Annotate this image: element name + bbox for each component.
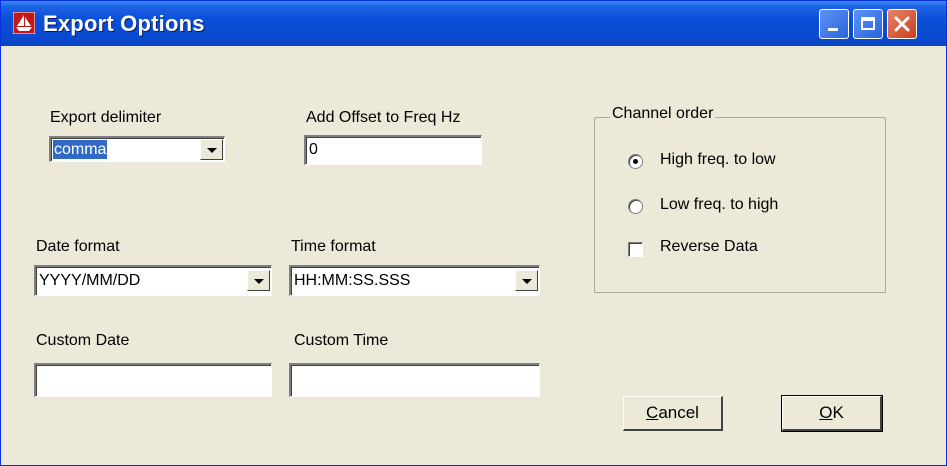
cancel-mnemonic: C xyxy=(646,403,659,422)
chevron-down-icon[interactable] xyxy=(200,139,223,160)
custom-date-label: Custom Date xyxy=(36,332,130,349)
chevron-down-icon[interactable] xyxy=(247,270,270,291)
time-format-value: HH:MM:SS.SSS xyxy=(294,272,411,289)
close-button[interactable] xyxy=(887,9,917,39)
export-options-dialog: Export Options Export delimiter comma Ad… xyxy=(0,0,947,466)
export-delimiter-select[interactable]: comma xyxy=(49,136,225,162)
title-bar[interactable]: Export Options xyxy=(1,1,946,46)
app-icon xyxy=(13,12,35,34)
reverse-data-label[interactable]: Reverse Data xyxy=(660,238,758,256)
custom-time-input[interactable] xyxy=(289,363,540,397)
custom-time-label: Custom Time xyxy=(294,332,389,349)
radio-selected-dot xyxy=(633,159,638,164)
date-format-value: YYYY/MM/DD xyxy=(39,272,141,289)
cancel-button[interactable]: Cancel xyxy=(623,396,723,431)
time-format-select[interactable]: HH:MM:SS.SSS xyxy=(289,265,540,296)
export-delimiter-label: Export delimiter xyxy=(50,109,162,126)
ok-mnemonic: O xyxy=(819,403,833,422)
ok-label-rest: K xyxy=(832,403,844,422)
radio-low-to-high[interactable] xyxy=(628,199,643,214)
channel-order-title: Channel order xyxy=(610,105,716,123)
offset-label: Add Offset to Freq Hz xyxy=(306,109,461,126)
custom-date-input[interactable] xyxy=(34,363,272,397)
cancel-label-rest: ancel xyxy=(658,403,699,422)
minimize-button[interactable] xyxy=(819,9,849,39)
chevron-down-icon[interactable] xyxy=(515,270,538,291)
export-delimiter-value: comma xyxy=(53,140,108,159)
radio-high-to-low-label[interactable]: High freq. to low xyxy=(660,151,776,169)
minimize-icon xyxy=(828,28,838,31)
window-title: Export Options xyxy=(43,11,205,36)
offset-value: 0 xyxy=(309,141,318,158)
offset-input[interactable]: 0 xyxy=(304,135,482,165)
reverse-data-checkbox[interactable] xyxy=(628,242,643,257)
radio-low-to-high-label[interactable]: Low freq. to high xyxy=(660,196,778,214)
time-format-label: Time format xyxy=(291,238,376,255)
radio-high-to-low[interactable] xyxy=(628,154,643,169)
date-format-label: Date format xyxy=(36,238,120,255)
close-icon xyxy=(894,16,910,32)
maximize-icon xyxy=(861,17,875,30)
maximize-button[interactable] xyxy=(853,9,883,39)
ok-button[interactable]: OK xyxy=(781,395,883,432)
date-format-select[interactable]: YYYY/MM/DD xyxy=(34,265,272,296)
